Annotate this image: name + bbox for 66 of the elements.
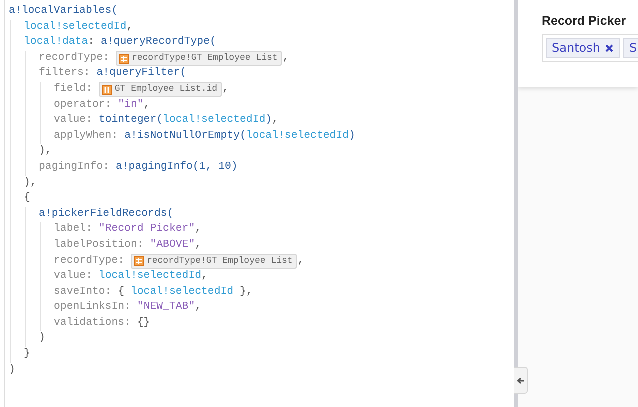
code-token: a!queryFilter( (96, 66, 187, 82)
code-token: a!localVariables( (9, 4, 118, 19)
code-token: local!data (24, 35, 88, 50)
grid-icon (134, 256, 144, 266)
code-token: recordType: (39, 50, 111, 66)
grid-icon (118, 54, 129, 64)
code-token: } (24, 347, 30, 362)
code-token: pagingInfo: (39, 160, 111, 175)
code-token: "in" (118, 98, 144, 113)
code-token: , (282, 50, 290, 66)
code-token: local!selectedId (246, 128, 350, 144)
columns-icon (102, 84, 112, 95)
record-reference: GT Employee List.id (98, 82, 222, 98)
code-token: , (298, 254, 304, 268)
selected-record-chip[interactable]: Santosh (546, 38, 620, 58)
code-token: a!pickerFieldRecords( (39, 206, 174, 222)
code-token: openLinksIn: (54, 300, 132, 316)
code-token: local!selectedId (130, 284, 234, 300)
code-token: "Record Picker" (98, 222, 196, 238)
code-token: ) (39, 331, 46, 346)
code-token: value: (54, 113, 94, 128)
record-reference: recordType!GT Employee List (130, 254, 297, 269)
code-token: operator: (54, 98, 113, 113)
code-token: ), (24, 176, 37, 191)
code-token: saveInto: (54, 284, 113, 300)
code-token: field: (54, 82, 94, 97)
code-token: : (88, 35, 96, 50)
code-token: local!selectedId (98, 269, 202, 284)
arrow-left-icon (516, 376, 524, 384)
code-token: ) (9, 362, 16, 378)
code-token: a!pagingInfo(1, 10) (116, 160, 238, 175)
code-token: {} (137, 316, 150, 331)
code-token: recordType: (54, 254, 126, 268)
code-token: , (144, 98, 150, 113)
code-token: tointeger( (98, 113, 164, 128)
code-token: }, (239, 284, 253, 300)
code-token: a!queryRecordType( (100, 35, 216, 50)
code-token: , (202, 269, 208, 284)
code-token: applyWhen: (54, 128, 120, 144)
code-token: , (195, 300, 202, 316)
code-token: ) (349, 128, 356, 144)
record-reference: recordType!GT Employee List (116, 51, 282, 66)
field-label: Record Picker (542, 14, 628, 28)
picker-field[interactable]: Santosh S (542, 34, 638, 62)
selected-record-chip[interactable]: S (623, 38, 638, 58)
code-token: "NEW_TAB" (137, 300, 196, 316)
code-token: "ABOVE" (150, 238, 196, 253)
code-token: a!isNotNullOrEmpty( (124, 128, 246, 144)
remove-icon[interactable] (605, 44, 614, 52)
code-token: ), (39, 144, 52, 160)
code-token: validations: (54, 316, 132, 331)
code-token: filters: (39, 66, 92, 82)
code-token: value: (54, 269, 94, 284)
code-token: label: (54, 222, 94, 238)
code-token: , (195, 238, 202, 253)
code-token: , (222, 82, 229, 97)
collapse-button[interactable] (514, 367, 528, 394)
code-token: local!selectedId (163, 113, 266, 128)
code-token: { (24, 191, 30, 206)
code-token: , (126, 20, 134, 35)
code-token: { (118, 284, 126, 300)
code-token: local!selectedId (24, 20, 127, 35)
code-token: ) (266, 113, 272, 128)
code-token: , (272, 113, 279, 128)
code-token: , (195, 222, 202, 238)
code-token: labelPosition: (54, 238, 145, 253)
